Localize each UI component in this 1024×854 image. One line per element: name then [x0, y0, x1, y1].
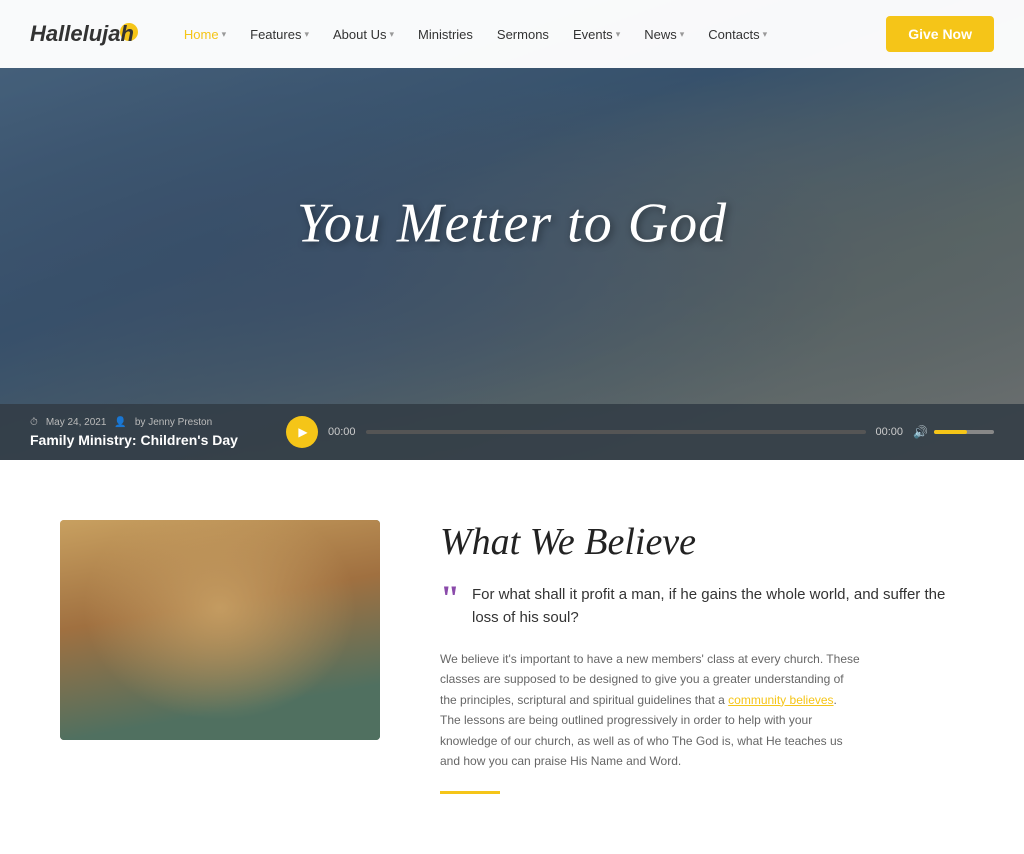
audio-date: May 24, 2021 [46, 417, 107, 428]
quote-mark: " [440, 580, 460, 616]
nav-item-contacts[interactable]: Contacts▾ [698, 21, 777, 48]
quote-block: " For what shall it profit a man, if he … [440, 584, 964, 629]
nav-item-features[interactable]: Features▾ [240, 21, 319, 48]
give-now-button[interactable]: Give Now [886, 16, 994, 52]
nav-links: Home▾Features▾About Us▾MinistriesSermons… [174, 21, 886, 48]
lower-section: What We Believe " For what shall it prof… [0, 460, 1024, 854]
volume-icon: 🔊 [913, 425, 928, 439]
hero-section: You Metter to God ⏱ May 24, 2021 👤 by Je… [0, 0, 1024, 460]
volume-bar[interactable] [934, 430, 994, 434]
hero-title: You Metter to God [297, 192, 727, 256]
chevron-down-icon: ▾ [763, 29, 768, 40]
volume-fill [934, 430, 967, 434]
nav-item-about-us[interactable]: About Us▾ [323, 21, 404, 48]
audio-time-start: 00:00 [328, 426, 356, 438]
nav-item-ministries[interactable]: Ministries [408, 21, 483, 48]
audio-author: by Jenny Preston [135, 417, 212, 428]
nav-item-home[interactable]: Home▾ [174, 21, 236, 48]
hero-content: You Metter to God [297, 192, 727, 256]
chevron-down-icon: ▾ [222, 29, 227, 40]
audio-time-end: 00:00 [876, 426, 904, 438]
logo[interactable]: Hallelujah [30, 21, 134, 47]
chevron-down-icon: ▾ [680, 29, 685, 40]
section-divider [440, 791, 500, 794]
lower-image [60, 520, 380, 740]
nav-item-events[interactable]: Events▾ [563, 21, 630, 48]
audio-date-author: ⏱ May 24, 2021 👤 by Jenny Preston [30, 417, 270, 428]
audio-sermon-title: Family Ministry: Children's Day [30, 432, 270, 448]
lower-content: What We Believe " For what shall it prof… [440, 520, 964, 794]
chevron-down-icon: ▾ [389, 29, 394, 40]
navbar: Hallelujah Home▾Features▾About Us▾Minist… [0, 0, 1024, 68]
nav-item-sermons[interactable]: Sermons [487, 21, 559, 48]
nav-item-news[interactable]: News▾ [634, 21, 694, 48]
volume-control: 🔊 [913, 425, 994, 439]
audio-player-bar: ⏱ May 24, 2021 👤 by Jenny Preston Family… [0, 404, 1024, 460]
play-icon: ▶ [298, 425, 307, 439]
community-link[interactable]: community believes [728, 693, 833, 707]
lower-image-sim [60, 520, 380, 740]
chevron-down-icon: ▾ [616, 29, 621, 40]
clock-icon: ⏱ [30, 417, 38, 428]
logo-text: Hallelujah [30, 21, 134, 46]
user-icon: 👤 [114, 417, 126, 428]
audio-meta: ⏱ May 24, 2021 👤 by Jenny Preston Family… [30, 417, 270, 448]
audio-controls: ▶ 00:00 00:00 🔊 [286, 416, 994, 448]
play-button[interactable]: ▶ [286, 416, 318, 448]
section-title: What We Believe [440, 520, 964, 564]
audio-progress-track[interactable] [366, 430, 866, 434]
body-text: We believe it's important to have a new … [440, 649, 860, 771]
quote-text: For what shall it profit a man, if he ga… [472, 584, 964, 629]
chevron-down-icon: ▾ [304, 29, 309, 40]
